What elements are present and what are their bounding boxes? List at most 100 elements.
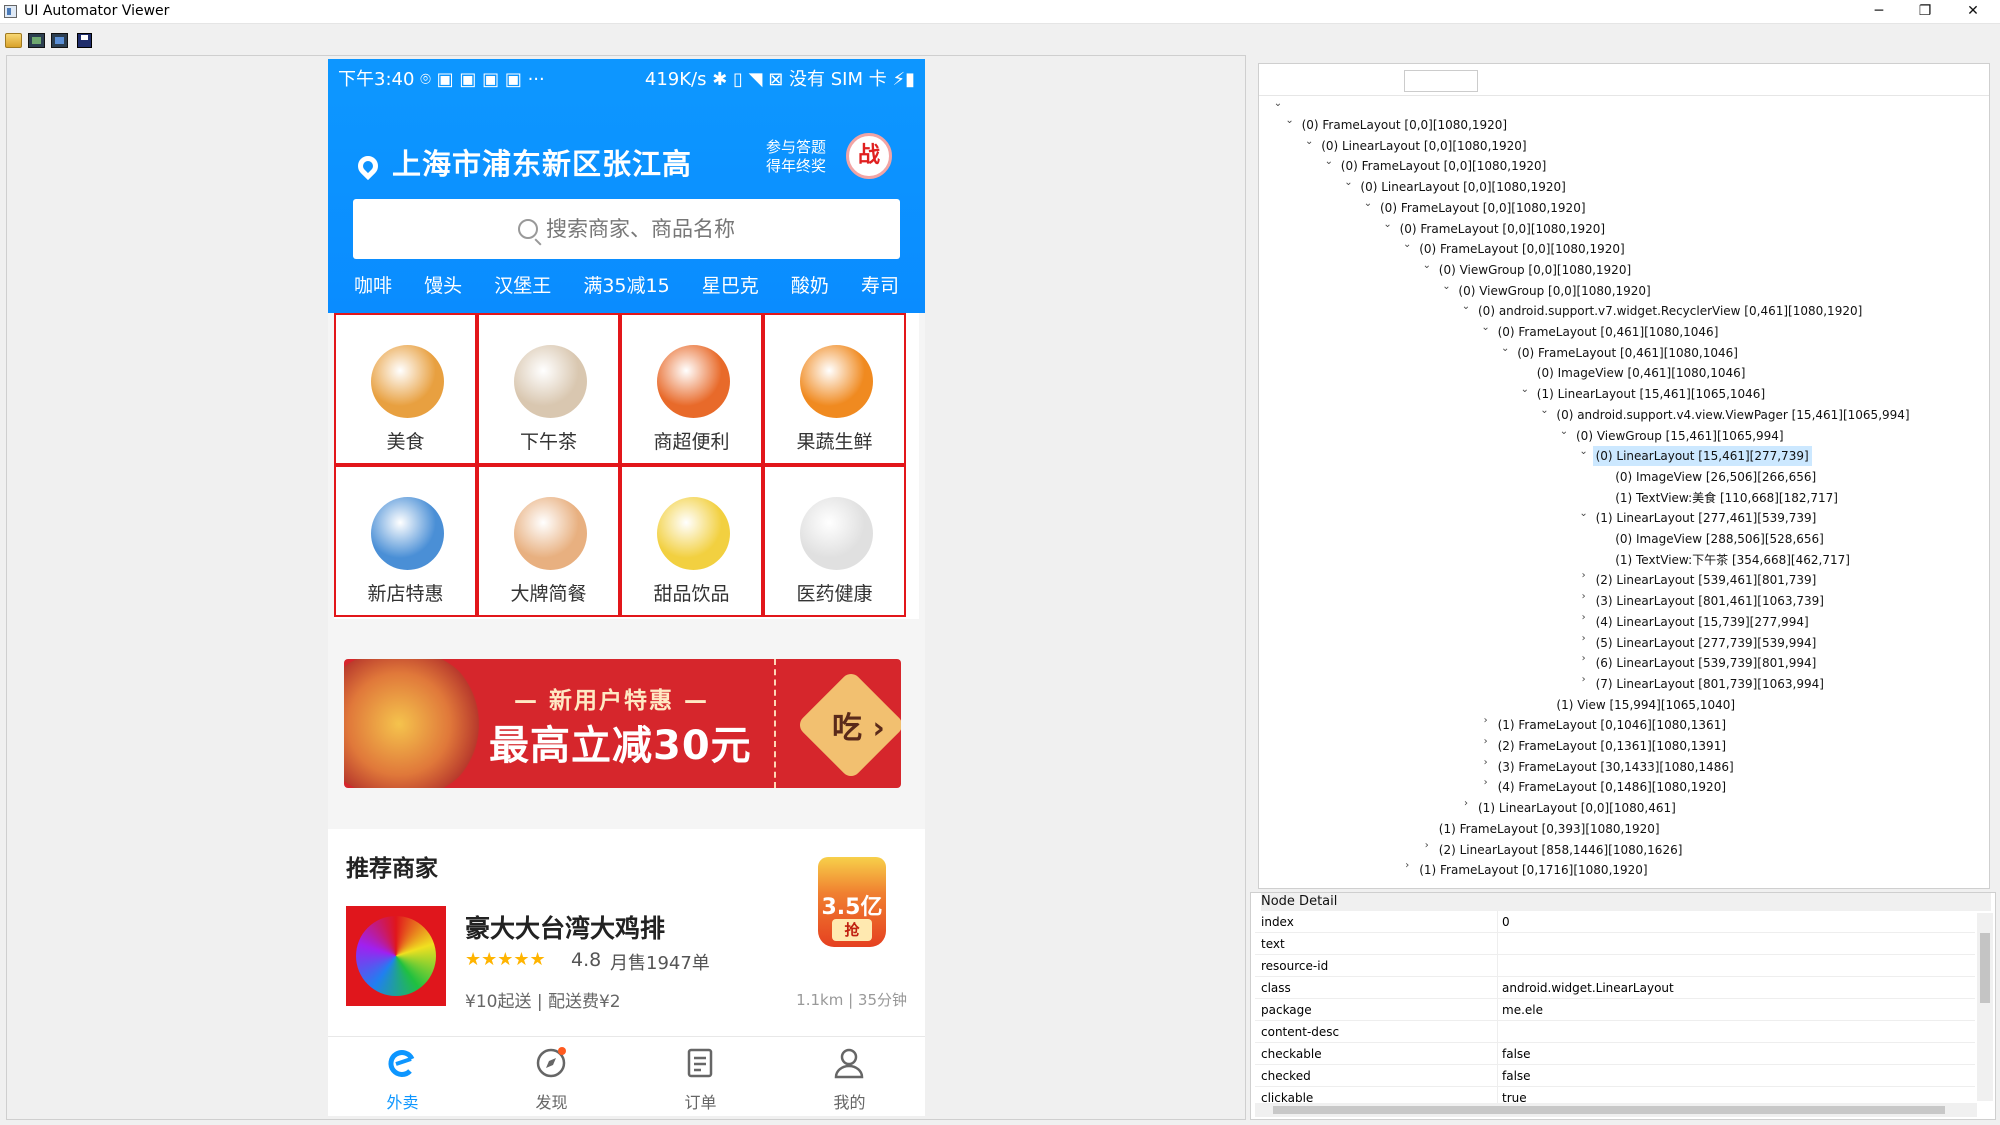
- save-icon[interactable]: [77, 33, 92, 48]
- tree-expand-icon[interactable]: ›: [1577, 570, 1591, 590]
- open-folder-icon[interactable]: [5, 33, 22, 48]
- tab-profile[interactable]: 我的: [775, 1037, 924, 1116]
- tree-node[interactable]: (0) ImageView [0,461][1080,1046]: [1534, 363, 1749, 383]
- tree-node[interactable]: (0) android.support.v4.view.ViewPager [1…: [1553, 405, 1912, 425]
- hot-keyword[interactable]: 汉堡王: [494, 271, 551, 301]
- tree-expand-icon[interactable]: ›: [1400, 860, 1414, 880]
- tree-expand-icon[interactable]: ⌄: [1420, 260, 1434, 280]
- grab-button[interactable]: 抢: [832, 919, 872, 941]
- tree-node[interactable]: (0) ViewGroup [15,461][1065,994]: [1573, 426, 1787, 446]
- tree-node[interactable]: (2) LinearLayout [539,461][801,739]: [1593, 570, 1820, 590]
- tree-node[interactable]: (0) FrameLayout [0,461][1080,1046]: [1514, 343, 1741, 363]
- tree-node[interactable]: (0) FrameLayout [0,0][1080,1920]: [1377, 198, 1589, 218]
- new-user-banner[interactable]: — 新用户特惠 — 最高立减30元 吃 ›: [344, 659, 901, 788]
- property-row[interactable]: index 0: [1255, 911, 1975, 933]
- property-row[interactable]: resource-id: [1255, 955, 1975, 977]
- tree-filter-input[interactable]: [1404, 70, 1478, 92]
- scrollbar-thumb[interactable]: [1273, 1106, 1945, 1114]
- hot-keyword[interactable]: 星巴克: [702, 271, 759, 301]
- tab-orders[interactable]: 订单: [626, 1037, 775, 1116]
- tree-node[interactable]: (0) FrameLayout [0,0][1080,1920]: [1397, 219, 1609, 239]
- close-button[interactable]: ✕: [1950, 0, 1996, 24]
- tree-node[interactable]: (1) LinearLayout [15,461][1065,1046]: [1534, 384, 1768, 404]
- tree-expand-icon[interactable]: ⌄: [1557, 426, 1571, 446]
- tree-expand-icon[interactable]: ›: [1479, 777, 1493, 797]
- tree-node[interactable]: (2) FrameLayout [0,1361][1080,1391]: [1495, 736, 1729, 756]
- category-afternoon-tea[interactable]: 下午茶: [477, 313, 620, 465]
- tree-expand-icon[interactable]: ⌄: [1302, 136, 1316, 156]
- tree-expand-icon[interactable]: ›: [1577, 591, 1591, 611]
- tree-expand-icon[interactable]: ›: [1577, 633, 1591, 653]
- property-row[interactable]: class android.widget.LinearLayout: [1255, 977, 1975, 999]
- tree-node[interactable]: (1) TextView:美食 [110,668][182,717]: [1612, 488, 1841, 508]
- property-row[interactable]: checked false: [1255, 1065, 1975, 1087]
- tree-node[interactable]: (0) FrameLayout [0,0][1080,1920]: [1338, 156, 1550, 176]
- tree-node[interactable]: (0) android.support.v7.widget.RecyclerVi…: [1475, 301, 1865, 321]
- tree-node[interactable]: (0) FrameLayout [0,461][1080,1046]: [1495, 322, 1722, 342]
- tree-node[interactable]: (1) FrameLayout [0,1716][1080,1920]: [1416, 860, 1650, 880]
- promo-badge-icon[interactable]: 战: [846, 133, 892, 179]
- tree-node[interactable]: (4) LinearLayout [15,739][277,994]: [1593, 612, 1812, 632]
- tree-expand-icon[interactable]: ⌄: [1537, 405, 1551, 425]
- tree-expand-icon[interactable]: ⌄: [1322, 156, 1336, 176]
- category-brand-meals[interactable]: 大牌简餐: [477, 465, 620, 617]
- hot-keyword[interactable]: 咖啡: [354, 271, 392, 301]
- tab-takeout[interactable]: 外卖: [328, 1037, 477, 1116]
- tree-expand-icon[interactable]: ⌄: [1479, 322, 1493, 342]
- property-row[interactable]: checkable false: [1255, 1043, 1975, 1065]
- tree-node[interactable]: (5) LinearLayout [277,739][539,994]: [1593, 633, 1820, 653]
- tree-expand-icon[interactable]: ⌄: [1283, 115, 1297, 135]
- category-medicine[interactable]: 医药健康: [763, 465, 906, 617]
- tree-node[interactable]: (1) FrameLayout [0,1046][1080,1361]: [1495, 715, 1729, 735]
- tree-expand-icon[interactable]: ⌄: [1577, 508, 1591, 528]
- tree-node[interactable]: (3) FrameLayout [30,1433][1080,1486]: [1495, 757, 1737, 777]
- tree-expand-icon[interactable]: ⌄: [1400, 239, 1414, 259]
- tree-node[interactable]: (0) FrameLayout [0,0][1080,1920]: [1299, 115, 1511, 135]
- category-fresh-produce[interactable]: 果蔬生鲜: [763, 313, 906, 465]
- device-screenshot-compressed-icon[interactable]: [51, 33, 68, 48]
- tree-node[interactable]: (0) LinearLayout [0,0][1080,1920]: [1357, 177, 1568, 197]
- tree-node[interactable]: (0) LinearLayout [0,0][1080,1920]: [1318, 136, 1529, 156]
- tree-node[interactable]: (3) LinearLayout [801,461][1063,739]: [1593, 591, 1827, 611]
- scrollbar-thumb[interactable]: [1980, 933, 1990, 1003]
- tree-node[interactable]: (0) ImageView [288,506][528,656]: [1612, 529, 1827, 549]
- tree-node[interactable]: (1) LinearLayout [0,0][1080,461]: [1475, 798, 1679, 818]
- tree-expand-icon[interactable]: ›: [1577, 612, 1591, 632]
- hot-keyword[interactable]: 满35减15: [583, 271, 669, 301]
- tree-expand-icon[interactable]: ›: [1479, 736, 1493, 756]
- tree-expand-icon[interactable]: ›: [1479, 757, 1493, 777]
- tab-discover[interactable]: 发现: [477, 1037, 626, 1116]
- category-food[interactable]: 美食: [334, 313, 477, 465]
- shop-name[interactable]: 豪大大台湾大鸡排: [465, 909, 665, 945]
- restore-button[interactable]: ❐: [1902, 0, 1948, 24]
- tree-node[interactable]: (0) ImageView [26,506][266,656]: [1612, 467, 1819, 487]
- tree-expand-icon[interactable]: ›: [1459, 798, 1473, 818]
- tree-expand-icon[interactable]: ⌄: [1459, 301, 1473, 321]
- phone-screenshot[interactable]: 下午3:40 ⌾ ▣ ▣ ▣ ▣ ··· 419K/s ✱ ▯ ◥ ⊠ 没有 S…: [328, 59, 925, 1116]
- tree-expand-icon[interactable]: ⌄: [1577, 446, 1591, 466]
- tree-expand-icon[interactable]: ⌄: [1381, 219, 1395, 239]
- tree-node[interactable]: (1) View [15,994][1065,1040]: [1553, 695, 1738, 715]
- tree-expand-icon[interactable]: ›: [1577, 653, 1591, 673]
- quiz-promo[interactable]: 参与答题 得年终奖: [766, 138, 826, 176]
- search-bar[interactable]: 搜索商家、商品名称: [353, 199, 900, 259]
- property-row[interactable]: package me.ele: [1255, 999, 1975, 1021]
- hot-keyword[interactable]: 酸奶: [791, 271, 829, 301]
- minimize-button[interactable]: ─: [1856, 0, 1902, 24]
- category-desserts-drinks[interactable]: 甜品饮品: [620, 465, 763, 617]
- eat-button[interactable]: 吃 ›: [832, 703, 885, 747]
- tree-expand-icon[interactable]: ⌄: [1341, 177, 1355, 197]
- tree-node[interactable]: (2) LinearLayout [858,1446][1080,1626]: [1436, 840, 1686, 860]
- property-row[interactable]: content-desc: [1255, 1021, 1975, 1043]
- tree-node[interactable]: (1) TextView:下午茶 [354,668][462,717]: [1612, 550, 1853, 570]
- tree-expand-icon[interactable]: ⌄: [1498, 343, 1512, 363]
- tree-expand-icon[interactable]: ›: [1577, 674, 1591, 694]
- tree-node[interactable]: (6) LinearLayout [539,739][801,994]: [1593, 653, 1820, 673]
- tree-expand-icon[interactable]: ⌄: [1439, 281, 1453, 301]
- horizontal-scrollbar[interactable]: [1255, 1103, 1977, 1117]
- property-row[interactable]: text: [1255, 933, 1975, 955]
- tree-expand-icon[interactable]: ⌄: [1518, 384, 1532, 404]
- shop-logo[interactable]: [346, 906, 446, 1006]
- tree-node[interactable]: (1) LinearLayout [277,461][539,739]: [1593, 508, 1820, 528]
- tree-node[interactable]: (1) FrameLayout [0,393][1080,1920]: [1436, 819, 1663, 839]
